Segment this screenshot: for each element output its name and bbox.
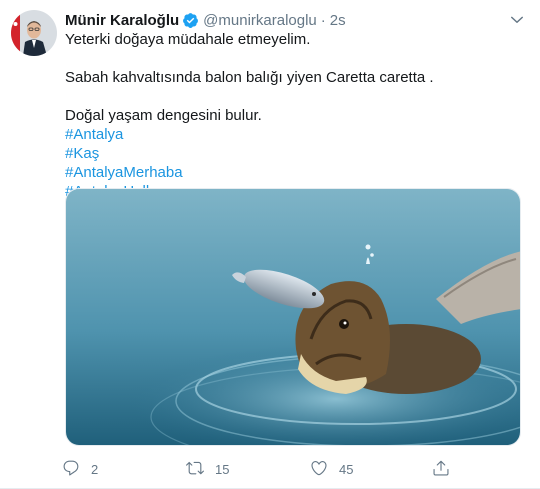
tweet-line: Sabah kahvaltısında balon balığı yiyen C…: [65, 69, 434, 86]
heart-icon: [310, 459, 328, 480]
verified-badge-icon: [182, 12, 199, 29]
tweet-header: Münir Karaloğlu @munirkaraloglu · 2s: [65, 10, 346, 30]
reply-button[interactable]: 2: [62, 458, 98, 480]
share-button[interactable]: [432, 458, 450, 480]
tweet-line: Doğal yaşam dengesini bulur.: [65, 107, 262, 124]
retweet-button[interactable]: 15: [186, 458, 229, 480]
hashtag-link[interactable]: #Kaş: [65, 144, 525, 163]
tweet-timestamp[interactable]: 2s: [330, 12, 346, 29]
like-count: 45: [339, 461, 354, 477]
reply-count: 2: [91, 461, 99, 477]
tweet-text: Yeterki doğaya müdahale etmeyelim. Sabah…: [65, 30, 525, 201]
retweet-count: 15: [215, 461, 230, 477]
retweet-icon: [186, 459, 204, 480]
hashtag-link[interactable]: #Antalya: [65, 125, 525, 144]
author-name[interactable]: Münir Karaloğlu: [65, 12, 179, 29]
like-button[interactable]: 45: [310, 458, 353, 480]
share-icon: [432, 459, 450, 480]
separator-dot: ·: [320, 11, 326, 29]
chevron-down-icon[interactable]: [508, 11, 526, 29]
reply-icon: [62, 459, 80, 480]
avatar[interactable]: [11, 10, 57, 56]
tweet-media-image[interactable]: [65, 188, 521, 446]
tweet[interactable]: Münir Karaloğlu @munirkaraloglu · 2s Yet…: [0, 0, 540, 489]
hashtag-link[interactable]: #AntalyaMerhaba: [65, 163, 525, 182]
avatar-image: [11, 10, 57, 56]
tweet-line: Yeterki doğaya müdahale etmeyelim.: [65, 31, 311, 48]
author-handle[interactable]: @munirkaraloglu: [203, 12, 317, 29]
tweet-actions: 2 15 45: [62, 458, 462, 480]
turtle-photo: [66, 189, 520, 445]
